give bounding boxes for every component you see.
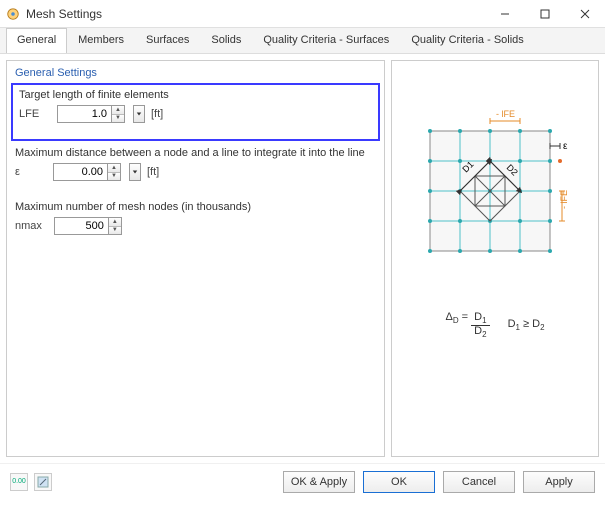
max-dist-stepper[interactable]: ▲ ▼ [107,163,121,181]
minimize-button[interactable] [485,0,525,27]
target-length-symbol: LFE [19,108,45,120]
max-dist-input[interactable] [53,163,107,181]
formula: ΔD = D1 D2 D1 ≥ D2 [445,311,544,339]
eps-label: ε [563,141,568,152]
target-length-menu-button[interactable] [133,105,145,123]
frac-den: D2 [471,326,489,339]
preview-panel: D1 D2 - lFE - lFE ε [391,60,599,457]
tab-surfaces[interactable]: Surfaces [135,28,200,53]
max-nodes-row: nmax ▲ ▼ [15,217,376,235]
target-length-input[interactable] [57,105,111,123]
group-title-general: General Settings [15,65,376,85]
max-dist-menu-button[interactable] [129,163,141,181]
max-nodes-stepper[interactable]: ▲ ▼ [108,217,122,235]
tab-members[interactable]: Members [67,28,135,53]
spin-down-icon[interactable]: ▼ [109,227,121,235]
mesh-diagram: D1 D2 - lFE - lFE ε [410,101,580,281]
ok-button[interactable]: OK [363,471,435,493]
dialog-body: General Settings Target length of finite… [0,54,605,463]
window-title: Mesh Settings [26,7,485,21]
target-length-spinner[interactable]: ▲ ▼ [57,105,125,123]
maximize-button[interactable] [525,0,565,27]
settings-panel: General Settings Target length of finite… [6,60,385,457]
spin-up-icon[interactable]: ▲ [112,106,124,115]
apply-button[interactable]: Apply [523,471,595,493]
tab-general[interactable]: General [6,28,67,53]
tab-solids[interactable]: Solids [200,28,252,53]
target-length-label: Target length of finite elements [19,89,372,101]
app-icon [6,7,20,21]
footer-left-icons: 0.00 [10,473,275,491]
max-nodes-spinner[interactable]: ▲ ▼ [54,217,122,235]
spin-down-icon[interactable]: ▼ [108,173,120,181]
condition: D1 ≥ D2 [508,318,545,332]
eq-sign: = [462,311,471,323]
delta-symbol: ΔD [445,311,458,323]
fraction: D1 D2 [471,312,489,339]
units-button[interactable]: 0.00 [10,473,28,491]
max-dist-label: Maximum distance between a node and a li… [15,147,376,159]
spin-down-icon[interactable]: ▼ [112,115,124,123]
tab-quality-solids[interactable]: Quality Criteria - Solids [400,28,534,53]
tabstrip: General Members Surfaces Solids Quality … [0,28,605,54]
max-dist-row: ε ▲ ▼ [ft] [15,163,376,181]
window-controls [485,0,605,27]
max-dist-unit: [ft] [147,166,159,178]
max-nodes-label: Maximum number of mesh nodes (in thousan… [15,201,376,213]
cancel-button[interactable]: Cancel [443,471,515,493]
target-length-group: Target length of finite elements LFE ▲ ▼… [11,83,380,141]
titlebar: Mesh Settings [0,0,605,28]
tab-quality-surfaces[interactable]: Quality Criteria - Surfaces [252,28,400,53]
max-nodes-symbol: nmax [15,220,42,232]
close-button[interactable] [565,0,605,27]
spin-up-icon[interactable]: ▲ [109,218,121,227]
target-length-stepper[interactable]: ▲ ▼ [111,105,125,123]
lfe-v-label: - lFE [559,190,569,209]
target-length-unit: [ft] [151,108,163,120]
ok-apply-button[interactable]: OK & Apply [283,471,355,493]
max-nodes-input[interactable] [54,217,108,235]
lfe-h-label: - lFE [496,109,515,119]
max-dist-spinner[interactable]: ▲ ▼ [53,163,121,181]
target-length-row: LFE ▲ ▼ [ft] [19,105,372,123]
spin-up-icon[interactable]: ▲ [108,164,120,173]
tool-button[interactable] [34,473,52,491]
max-dist-symbol: ε [15,166,41,178]
frac-num: D1 [471,312,489,326]
dialog-footer: 0.00 OK & Apply OK Cancel Apply [0,463,605,499]
